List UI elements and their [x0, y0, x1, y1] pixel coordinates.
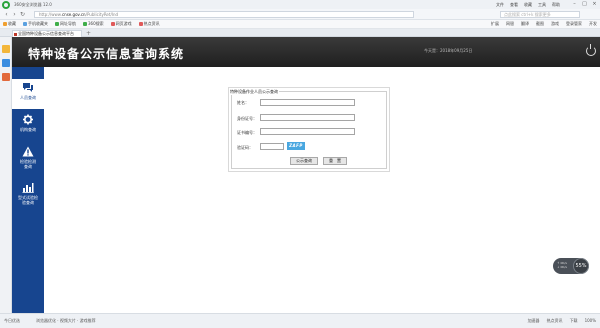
name-label: 姓名：: [237, 100, 249, 105]
url-domain: cnse.gov.cn: [61, 12, 86, 17]
toolbar-item[interactable]: 登录管家: [566, 21, 582, 27]
url-input[interactable]: http://www.cnse.gov.cn/PublicityRet/Ind: [34, 11, 414, 18]
maximize-icon[interactable]: □: [581, 1, 588, 7]
chat-bubbles-icon: [23, 83, 33, 92]
browser-logo-icon: [2, 1, 10, 9]
sidebar-item-label: 检验检测 查询: [20, 159, 36, 169]
query-button[interactable]: 公示查询: [290, 157, 318, 165]
name-field[interactable]: [260, 99, 355, 106]
game-icon: [110, 22, 115, 26]
toolbar-item[interactable]: 翻译: [521, 21, 529, 27]
refresh-icon[interactable]: ↻: [19, 11, 26, 18]
toolbar-item[interactable]: 扩展: [491, 21, 499, 27]
page-title: 特种设备公示信息查询系统: [28, 47, 185, 61]
warning-triangle-icon: [22, 146, 34, 157]
close-icon[interactable]: ×: [591, 1, 598, 7]
bookmark-label: 网页游戏: [115, 21, 132, 26]
cert-label: 证书编号：: [237, 130, 257, 135]
forward-icon[interactable]: ›: [11, 11, 18, 18]
phone-icon: [23, 22, 27, 26]
sidebar-item-label: 型式试验检 验查询: [18, 195, 38, 205]
tab-active[interactable]: 全国特种设备公示信息查询平台: [12, 30, 82, 37]
toolbar-item[interactable]: 网银: [506, 21, 514, 27]
menu-favorites[interactable]: 收藏: [524, 2, 532, 8]
status-accelerator[interactable]: 加速器: [528, 318, 540, 324]
status-left[interactable]: 今日优选: [4, 318, 20, 324]
new-tab-icon[interactable]: +: [86, 30, 91, 37]
bookmarks-bar: 收藏 手机收藏夹 网址导航 360搜索 网页游戏 热点资讯 扩展 网银 翻译 截…: [0, 20, 600, 29]
browser-status-bar: 今日优选 浏览器优化 · 视频大片 · 游戏推荐 加速器 热点资讯 下载 100…: [0, 313, 600, 328]
bookmark-item[interactable]: 360搜索: [83, 21, 104, 27]
mail-icon[interactable]: [2, 59, 10, 67]
bar-chart-icon: [22, 183, 34, 193]
weibo-icon[interactable]: [2, 73, 10, 81]
bookmark-label: 360搜索: [88, 21, 104, 26]
reset-button[interactable]: 重 置: [323, 157, 347, 165]
search-icon: [83, 22, 87, 26]
sidebar-item-institution[interactable]: 机构查询: [12, 111, 44, 141]
bookmark-item[interactable]: 收藏: [3, 21, 16, 27]
back-icon[interactable]: ‹: [3, 11, 10, 18]
gear-icon: [23, 114, 33, 125]
toolbar-item[interactable]: 开发: [589, 21, 597, 27]
address-bar: ‹ › ↻ http://www.cnse.gov.cn/PublicityRe…: [0, 9, 600, 20]
status-zoom[interactable]: 100%: [585, 318, 596, 324]
captcha-image[interactable]: ZAFP: [287, 142, 305, 150]
globe-icon: [55, 22, 59, 26]
cert-field[interactable]: [260, 128, 355, 135]
form-legend: 特种设备作业人员公示查询: [229, 89, 279, 95]
menu-file[interactable]: 文件: [496, 2, 504, 8]
power-icon[interactable]: [586, 44, 596, 56]
download-rate: ↓ 0K/s: [557, 265, 567, 269]
status-hot-news[interactable]: 热点资讯: [547, 318, 563, 324]
bookmark-item[interactable]: 热点资讯: [138, 21, 160, 27]
search-input[interactable]: 点此搜索 ctrl+k 搜索更多: [500, 11, 580, 18]
favorites-icon[interactable]: [2, 45, 10, 53]
bookmark-label: 手机收藏夹: [28, 21, 48, 26]
speed-rates: ↑ 0K/s ↓ 0K/s: [557, 261, 567, 269]
bookmark-label: 热点资讯: [143, 21, 160, 26]
bookmark-item[interactable]: 手机收藏夹: [23, 21, 48, 27]
sidebar-item-personnel[interactable]: 人员查询: [12, 79, 44, 109]
tab-bar: 全国特种设备公示信息查询平台 +: [0, 29, 600, 37]
url-prefix: http://www.: [39, 12, 62, 17]
menu-help[interactable]: 帮助: [552, 2, 560, 8]
speed-percent: 55%: [573, 258, 589, 274]
menu-tools[interactable]: 工具: [538, 2, 546, 8]
captcha-field[interactable]: [260, 143, 284, 150]
captcha-label: 验证码：: [237, 145, 253, 150]
window-controls: – □ ×: [571, 1, 598, 7]
status-news[interactable]: 浏览器优化 · 视频大片 · 游戏推荐: [36, 318, 96, 324]
toolbar-item[interactable]: 游戏: [551, 21, 559, 27]
news-icon: [138, 22, 143, 26]
browser-side-strip: [0, 37, 12, 313]
sidebar-item-label: 机构查询: [20, 127, 36, 132]
sidebar-item-type-test[interactable]: 型式试验检 验查询: [12, 179, 44, 213]
star-icon: [3, 22, 7, 26]
status-download[interactable]: 下载: [570, 318, 578, 324]
bookmark-label: 收藏: [8, 21, 16, 26]
bookmark-label: 网址导航: [60, 21, 76, 26]
idcard-label: 身份证号：: [237, 116, 257, 121]
minimize-icon[interactable]: –: [571, 1, 578, 7]
status-right-group: 加速器 热点资讯 下载 100%: [528, 318, 596, 324]
site-header: 特种设备公示信息查询系统 今天是：2018年09月25日: [12, 37, 600, 67]
browser-title-bar: 360安全浏览器 12.0 文件 查看 收藏 工具 帮助 – □ ×: [0, 0, 600, 9]
sidebar-item-label: 人员查询: [20, 95, 36, 100]
browser-menu-bar: 文件 查看 收藏 工具 帮助: [496, 2, 560, 8]
bookmark-item[interactable]: 网页游戏: [110, 21, 132, 27]
toolbar-item[interactable]: 截图: [536, 21, 544, 27]
url-path: /PublicityRet/Ind: [85, 12, 119, 17]
sidebar: 人员查询 机构查询 检验检测 查询 型式试验检 验查询: [12, 67, 44, 313]
bookmark-item[interactable]: 网址导航: [55, 21, 76, 27]
menu-view[interactable]: 查看: [510, 2, 518, 8]
idcard-field[interactable]: [260, 114, 355, 121]
sidebar-item-inspection[interactable]: 检验检测 查询: [12, 143, 44, 177]
date-text: 今天是：2018年09月25日: [424, 48, 473, 53]
toolbar-extensions: 扩展 网银 翻译 截图 游戏 登录管家 开发: [491, 21, 600, 27]
speed-widget[interactable]: ↑ 0K/s ↓ 0K/s 55%: [553, 258, 589, 274]
browser-app-title: 360安全浏览器 12.0: [14, 2, 52, 7]
